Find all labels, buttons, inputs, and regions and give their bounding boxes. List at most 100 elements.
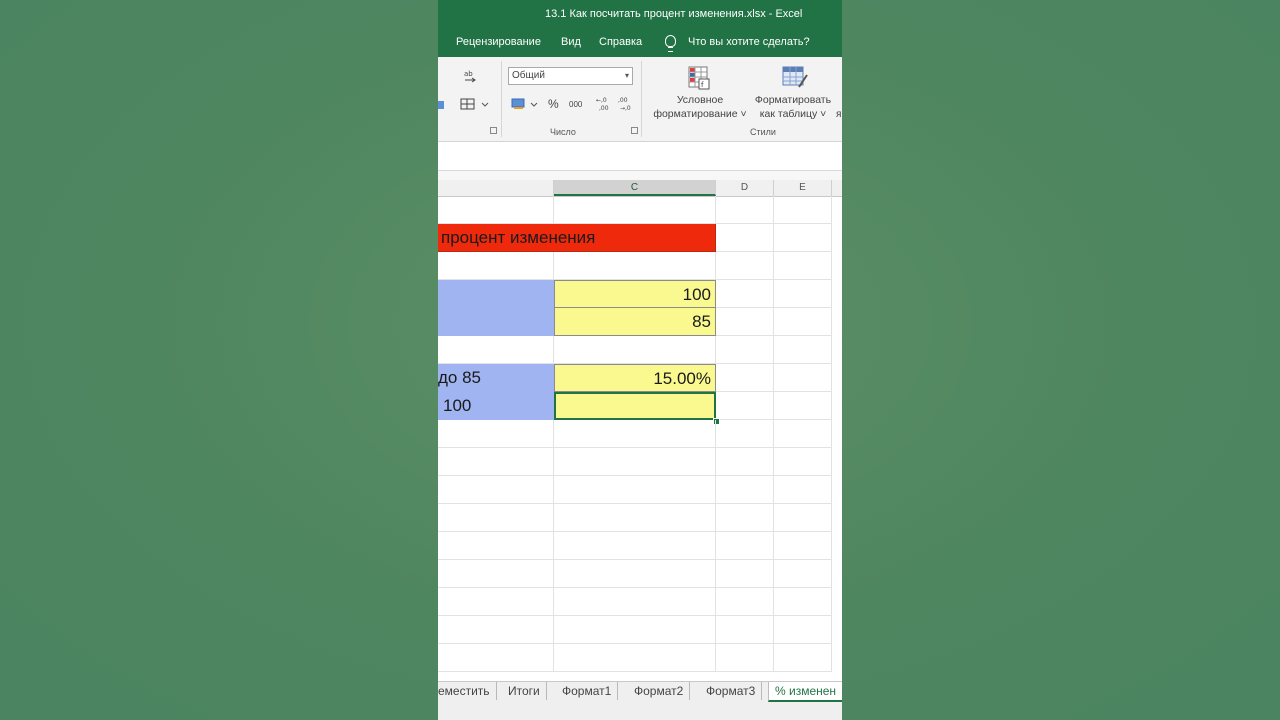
cell[interactable]: [716, 644, 774, 672]
cell[interactable]: [554, 448, 716, 476]
percent-change-cell[interactable]: 15.00%: [554, 364, 716, 392]
format-as-table-icon[interactable]: [781, 65, 808, 88]
cell[interactable]: [716, 448, 774, 476]
label-cell-increase[interactable]: 100: [438, 392, 554, 420]
cell[interactable]: [774, 560, 832, 588]
cell[interactable]: [438, 476, 554, 504]
comma-style-button[interactable]: 000: [569, 100, 582, 109]
cell[interactable]: [554, 560, 716, 588]
merge-cells-icon[interactable]: [460, 97, 490, 114]
active-cell[interactable]: [554, 392, 716, 420]
cell[interactable]: [716, 420, 774, 448]
label-cell-decrease[interactable]: до 85: [438, 364, 554, 392]
wrap-text-icon[interactable]: ab: [463, 69, 479, 88]
align-right-icon[interactable]: [438, 99, 446, 114]
cell[interactable]: [774, 336, 832, 364]
increase-decimal-icon[interactable]: ←,0,00: [596, 95, 612, 116]
percent-style-button[interactable]: %: [548, 97, 559, 111]
cell[interactable]: [438, 196, 554, 224]
cell[interactable]: [438, 616, 554, 644]
cell-styles-button[interactable]: я: [836, 109, 841, 120]
cell[interactable]: [716, 560, 774, 588]
cell[interactable]: [554, 532, 716, 560]
accounting-format-icon[interactable]: [511, 97, 539, 114]
sheet-tab[interactable]: Формат3: [700, 682, 763, 700]
column-header-b[interactable]: [438, 180, 554, 196]
cell[interactable]: [716, 476, 774, 504]
cell[interactable]: [716, 504, 774, 532]
cell[interactable]: [774, 448, 832, 476]
label-cell[interactable]: [438, 280, 554, 308]
tab-view[interactable]: Вид: [561, 36, 581, 48]
cell[interactable]: [716, 532, 774, 560]
cell[interactable]: [774, 504, 832, 532]
number-format-select[interactable]: Общий ▾: [508, 67, 633, 85]
cell[interactable]: [716, 588, 774, 616]
cell[interactable]: [438, 448, 554, 476]
cell[interactable]: [716, 280, 774, 308]
sheet-tab[interactable]: еместить: [438, 682, 497, 700]
tab-review[interactable]: Рецензирование: [456, 36, 541, 48]
column-header-d[interactable]: D: [716, 180, 774, 196]
column-header-c[interactable]: C: [554, 180, 716, 196]
cell[interactable]: [716, 308, 774, 336]
cell[interactable]: [438, 252, 554, 280]
tell-me-search[interactable]: Что вы хотите сделать?: [688, 36, 810, 48]
cell[interactable]: [554, 476, 716, 504]
cell[interactable]: [438, 588, 554, 616]
cell[interactable]: [774, 224, 832, 252]
decrease-decimal-icon[interactable]: ,00 →,0: [618, 95, 634, 116]
sheet-tab[interactable]: Формат2: [628, 682, 691, 700]
cell[interactable]: [554, 252, 716, 280]
cell[interactable]: [554, 336, 716, 364]
cell[interactable]: [554, 504, 716, 532]
cell[interactable]: [438, 336, 554, 364]
sheet-tab-active[interactable]: % изменен: [768, 682, 842, 702]
format-as-table-button[interactable]: Форматировать как таблицу ˅: [746, 93, 840, 121]
sheet-tab[interactable]: Формат1: [556, 682, 619, 700]
cell[interactable]: [774, 196, 832, 224]
cell[interactable]: [716, 616, 774, 644]
cell[interactable]: [774, 644, 832, 672]
tab-help[interactable]: Справка: [599, 36, 642, 48]
cell[interactable]: [774, 392, 832, 420]
cell[interactable]: [716, 392, 774, 420]
cell[interactable]: [774, 280, 832, 308]
sheet-tab[interactable]: Итоги: [502, 682, 547, 700]
cell[interactable]: [438, 644, 554, 672]
old-value-cell[interactable]: 100: [554, 280, 716, 308]
cell[interactable]: [716, 252, 774, 280]
cell[interactable]: [774, 476, 832, 504]
cell[interactable]: [774, 616, 832, 644]
cell[interactable]: [554, 644, 716, 672]
svg-text:,00: ,00: [618, 97, 628, 104]
formula-bar[interactable]: [438, 142, 842, 171]
cell[interactable]: [716, 336, 774, 364]
cell[interactable]: [438, 420, 554, 448]
cell[interactable]: [774, 588, 832, 616]
cell[interactable]: [716, 224, 774, 252]
cell[interactable]: [774, 308, 832, 336]
new-value-cell[interactable]: 85: [554, 308, 716, 336]
cell[interactable]: [554, 420, 716, 448]
label-cell[interactable]: [438, 308, 554, 336]
column-header-f[interactable]: [832, 180, 842, 196]
cell[interactable]: [716, 196, 774, 224]
number-launcher-icon[interactable]: [631, 127, 638, 134]
conditional-formatting-icon[interactable]: f: [687, 65, 711, 90]
cell[interactable]: [438, 532, 554, 560]
conditional-formatting-button[interactable]: Условное форматирование ˅: [650, 93, 750, 121]
column-header-e[interactable]: E: [774, 180, 832, 196]
alignment-launcher-icon[interactable]: [490, 127, 497, 134]
cell[interactable]: [438, 560, 554, 588]
cell[interactable]: [774, 532, 832, 560]
cell[interactable]: [438, 504, 554, 532]
title-cell[interactable]: процент изменения: [438, 224, 716, 252]
cell[interactable]: [774, 364, 832, 392]
cell[interactable]: [716, 364, 774, 392]
cell[interactable]: [774, 252, 832, 280]
cell[interactable]: [554, 196, 716, 224]
cell[interactable]: [554, 616, 716, 644]
cell[interactable]: [774, 420, 832, 448]
cell[interactable]: [554, 588, 716, 616]
